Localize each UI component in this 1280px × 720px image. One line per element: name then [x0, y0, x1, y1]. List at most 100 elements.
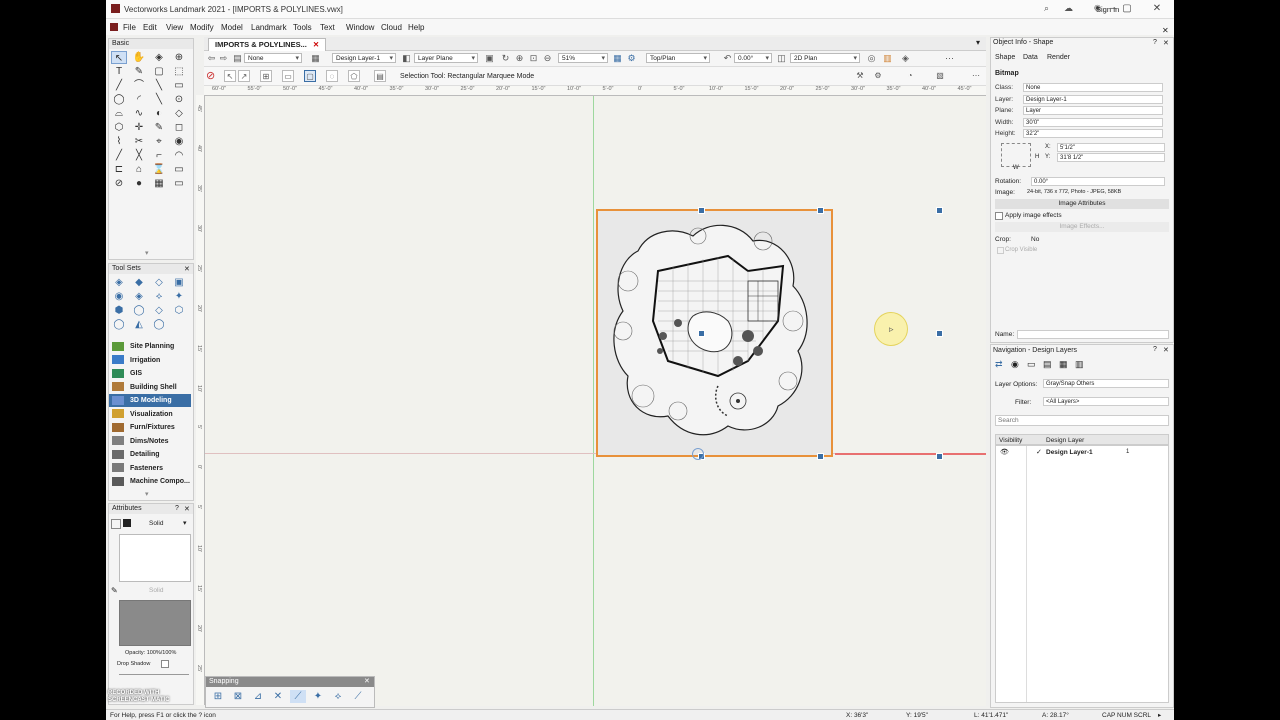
- clip-cube-icon[interactable]: ◈: [900, 53, 911, 64]
- snapping-close-icon[interactable]: ✕: [364, 677, 370, 685]
- basic-tool-icon[interactable]: ✛: [131, 121, 147, 134]
- drawing-canvas[interactable]: ▹: [205, 96, 986, 706]
- menu-window[interactable]: Window: [346, 23, 374, 32]
- doc-close-icon[interactable]: ✕: [1162, 26, 1169, 35]
- basic-tool-icon[interactable]: ▭: [171, 163, 187, 176]
- nav-reference-icon[interactable]: ▥: [1075, 359, 1084, 370]
- snap-option-icon[interactable]: ⊿: [250, 690, 266, 703]
- menu-modify[interactable]: Modify: [190, 23, 214, 32]
- tool-set-tool-icon[interactable]: ◭: [131, 318, 147, 331]
- basic-tool-icon[interactable]: ✎: [131, 65, 147, 78]
- arrowhead-controls[interactable]: [119, 674, 189, 681]
- tool-set-tool-icon[interactable]: ◯: [151, 318, 167, 331]
- render-mode-dropdown[interactable]: 2D Plan: [790, 53, 860, 64]
- basic-tool-icon[interactable]: ▭: [171, 79, 187, 92]
- zoom-out-icon[interactable]: ⊖: [542, 53, 553, 64]
- tool-sets-close-icon[interactable]: ✕: [184, 265, 190, 273]
- fill-icon[interactable]: [111, 519, 121, 529]
- view-settings-icon[interactable]: ⚙: [626, 53, 637, 64]
- fill-style-dropdown-icon[interactable]: ▾: [183, 519, 187, 527]
- pen-style-label[interactable]: Solid: [149, 587, 163, 594]
- rotate-plan-icon[interactable]: ↶: [722, 53, 733, 64]
- layer-search-input[interactable]: [995, 415, 1169, 426]
- menu-file[interactable]: File: [123, 23, 136, 32]
- menu-view[interactable]: View: [166, 23, 183, 32]
- tool-set-tool-icon[interactable]: ◯: [131, 304, 147, 317]
- visibility-eye-icon[interactable]: 👁: [1000, 448, 1009, 456]
- mode-bar-menu-icon[interactable]: ⋯: [970, 70, 982, 82]
- basic-tool-icon[interactable]: ◇: [171, 107, 187, 120]
- menu-cloud[interactable]: Cloud: [381, 23, 402, 32]
- handle-top-right[interactable]: [936, 207, 943, 214]
- tool-set-item[interactable]: GIS: [109, 367, 191, 380]
- mode-single-object-icon[interactable]: ▭: [282, 70, 294, 82]
- tool-set-tool-icon[interactable]: ◈: [131, 290, 147, 303]
- active-layer-dropdown[interactable]: Design Layer-1: [332, 53, 396, 64]
- apply-effects-checkbox[interactable]: [995, 212, 1003, 220]
- cloud-icon[interactable]: ☁: [1064, 3, 1073, 14]
- basic-tool-icon[interactable]: ▦: [151, 177, 167, 190]
- view-bar-settings-icon[interactable]: ⋯: [944, 53, 955, 64]
- basic-tool-icon[interactable]: ∿: [131, 107, 147, 120]
- basic-tool-icon[interactable]: ◯: [111, 93, 127, 106]
- class-icon[interactable]: ▤: [232, 53, 243, 64]
- handle-mid-right[interactable]: [936, 330, 943, 337]
- saved-views-icon[interactable]: ▥: [882, 53, 893, 64]
- menu-edit[interactable]: Edit: [143, 23, 157, 32]
- y-field[interactable]: 31'8 1/2": [1057, 153, 1165, 162]
- object-info-row-field[interactable]: Layer: [1023, 106, 1163, 115]
- basic-tool-icon[interactable]: ◠: [171, 149, 187, 162]
- basic-tool-icon[interactable]: ▢: [151, 65, 167, 78]
- table-row[interactable]: 👁 ✓ Design Layer-1 1: [996, 448, 1168, 458]
- tool-set-item[interactable]: Detailing: [109, 448, 191, 461]
- image-attributes-button[interactable]: Image Attributes: [995, 199, 1169, 209]
- handle-bottom-right[interactable]: [936, 453, 943, 460]
- basic-tool-icon[interactable]: ⊘: [111, 177, 127, 190]
- palette-scroll-icon[interactable]: ▾: [145, 249, 149, 257]
- object-info-close-icon[interactable]: ✕: [1163, 39, 1169, 47]
- fill-style-label[interactable]: Solid: [149, 520, 163, 527]
- nav-layer-icon[interactable]: ◉: [1011, 359, 1019, 370]
- mode-group-1-icon[interactable]: ↖: [224, 70, 236, 82]
- basic-tool-icon[interactable]: ⊙: [171, 93, 187, 106]
- snap-settings-icon[interactable]: ⚙: [872, 70, 884, 82]
- x-field[interactable]: 5'1/2": [1057, 143, 1165, 152]
- basic-tool-icon[interactable]: ◈: [151, 51, 167, 64]
- basic-tool-icon[interactable]: ╲: [151, 93, 167, 106]
- basic-tool-icon[interactable]: ╳: [131, 149, 147, 162]
- basic-tool-icon[interactable]: ◉: [171, 135, 187, 148]
- mode-interactive-scale-icon[interactable]: ⊞: [260, 70, 272, 82]
- attributes-close-icon[interactable]: ✕: [184, 505, 190, 513]
- fill-color-swatch[interactable]: [123, 519, 131, 527]
- nav-sheet-icon[interactable]: ▭: [1027, 359, 1036, 370]
- active-plane-dropdown[interactable]: Layer Plane: [414, 53, 478, 64]
- tool-set-tool-icon[interactable]: ▣: [171, 276, 187, 289]
- col-design-layer[interactable]: Design Layer: [1046, 437, 1084, 444]
- standard-views-icon[interactable]: ▣: [484, 53, 495, 64]
- snap-tools-icon[interactable]: ⚒: [854, 70, 866, 82]
- tool-set-tool-icon[interactable]: ✦: [171, 290, 187, 303]
- tab-data[interactable]: Data: [1023, 54, 1038, 61]
- handle-top-mid[interactable]: [817, 207, 824, 214]
- filter-dropdown[interactable]: <All Layers>: [1043, 397, 1169, 406]
- basic-tool-icon[interactable]: ⌖: [151, 135, 167, 148]
- snap-option-icon[interactable]: ⊠: [230, 690, 246, 703]
- basic-tool-icon[interactable]: ⌐: [151, 149, 167, 162]
- active-check-icon[interactable]: ✓: [1036, 448, 1042, 456]
- object-info-help-icon[interactable]: ?: [1153, 39, 1157, 46]
- basic-tool-icon[interactable]: ⌒: [131, 79, 147, 92]
- plan-rotation-field[interactable]: 0.00°: [734, 53, 772, 64]
- tool-set-item[interactable]: Site Planning: [109, 340, 191, 353]
- basic-tool-icon[interactable]: ╱: [111, 79, 127, 92]
- flyover-icon[interactable]: ↻: [500, 53, 511, 64]
- tool-tips-icon[interactable]: ◔: [904, 70, 916, 82]
- unified-view-icon[interactable]: ▦: [612, 53, 623, 64]
- tool-set-item[interactable]: Dims/Notes: [109, 435, 191, 448]
- basic-tool-icon[interactable]: ◻: [171, 121, 187, 134]
- close-icon[interactable]: ✕: [1150, 3, 1164, 15]
- basic-tool-icon[interactable]: ⊕: [171, 51, 187, 64]
- navigation-close-icon[interactable]: ✕: [1163, 346, 1169, 354]
- maximize-icon[interactable]: ▢: [1120, 3, 1134, 15]
- snap-option-icon[interactable]: ⊞: [210, 690, 226, 703]
- fit-to-objects-icon[interactable]: ⊡: [528, 53, 539, 64]
